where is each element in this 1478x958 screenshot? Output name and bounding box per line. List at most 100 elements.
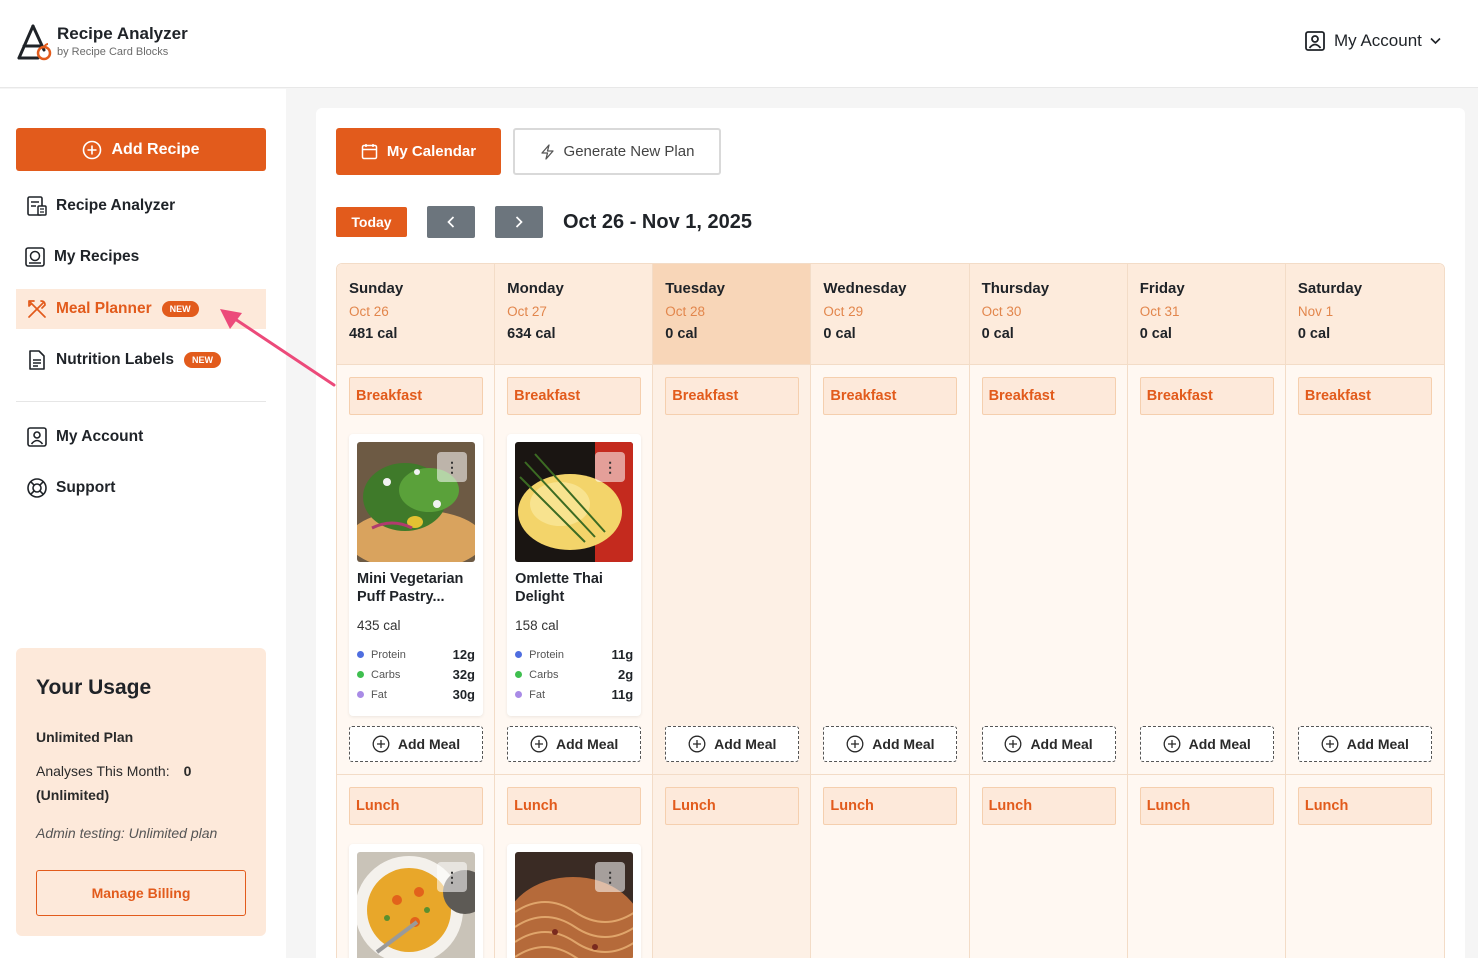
today-button[interactable]: Today [336, 207, 407, 237]
plus-circle-icon [1004, 735, 1022, 753]
meal-title[interactable]: Mini Vegetarian Puff Pastry... [357, 570, 479, 606]
generate-new-plan-button[interactable]: Generate New Plan [513, 128, 721, 175]
recipe-analyzer-logo[interactable] [16, 24, 52, 62]
macro-fat: Fat 11g [515, 687, 633, 702]
meal-title[interactable]: Omlette Thai Delight [515, 570, 637, 606]
new-badge: NEW [161, 301, 199, 317]
day-date: Oct 29 [823, 304, 864, 319]
protein-dot [357, 651, 364, 658]
day-header: Tuesday Oct 28 0 cal [653, 264, 811, 365]
meal-photo: ⋮ [357, 442, 475, 562]
day-name: Saturday [1297, 280, 1363, 297]
day-calories: 481 cal [349, 326, 398, 342]
account-menu[interactable]: My Account [1304, 30, 1441, 52]
day-date: Oct 30 [981, 304, 1022, 319]
add-meal-button[interactable]: Add Meal [981, 726, 1116, 762]
usage-panel: Your Usage Unlimited Plan Analyses This … [16, 648, 266, 936]
sidebar-item-label: Nutrition Labels [56, 351, 174, 368]
next-week-button[interactable] [495, 206, 543, 238]
my-calendar-button[interactable]: My Calendar [336, 128, 501, 175]
meal-card[interactable]: ⋮ [507, 844, 642, 958]
sidebar-item-my-account[interactable]: My Account [16, 417, 266, 457]
usage-analyses-value: 0 [183, 763, 192, 779]
previous-week-button[interactable] [427, 206, 475, 238]
macro-protein: Protein 12g [357, 647, 475, 662]
usage-analyses-row: Analyses This Month: 0 [36, 763, 191, 779]
day-date: Oct 26 [349, 304, 389, 319]
calendar-icon [361, 144, 378, 160]
meal-calories: 158 cal [515, 618, 559, 633]
add-meal-button[interactable]: Add Meal [1297, 726, 1432, 762]
breakfast-slot-label: Breakfast [349, 377, 483, 415]
add-meal-button[interactable]: Add Meal [665, 726, 800, 762]
add-recipe-button[interactable]: Add Recipe [16, 128, 266, 171]
plus-circle-icon [1321, 735, 1339, 753]
usage-admin-note: Admin testing: Unlimited plan [36, 825, 218, 841]
day-header: Wednesday Oct 29 0 cal [811, 264, 969, 365]
macro-value: 32g [452, 667, 475, 682]
add-meal-button[interactable]: Add Meal [1139, 726, 1274, 762]
day-date: Nov 1 [1297, 304, 1334, 319]
meal-row-divider [969, 774, 1127, 775]
day-column-saturday: Saturday Nov 1 0 cal Breakfast Add Meal … [1285, 264, 1444, 958]
macro-value: 11g [611, 687, 634, 702]
generate-new-plan-label: Generate New Plan [563, 143, 695, 160]
add-meal-label: Add Meal [714, 736, 777, 752]
macro-value: 30g [452, 687, 475, 702]
meal-row-divider [1127, 774, 1285, 775]
day-column-thursday: Thursday Oct 30 0 cal Breakfast Add Meal… [969, 264, 1128, 958]
sidebar-item-support[interactable]: Support [16, 468, 266, 508]
lightning-icon [540, 143, 554, 160]
recipe-book-icon [25, 247, 45, 267]
day-calories: 634 cal [507, 326, 556, 342]
meal-card[interactable]: ⋮ Mini Vegetarian Puff Pastry... 435 cal… [349, 434, 483, 716]
plus-circle-icon [1163, 735, 1181, 753]
add-meal-button[interactable]: Add Meal [507, 726, 642, 762]
day-name: Monday [507, 280, 564, 297]
macro-label: Fat [371, 688, 387, 701]
plus-circle-icon [372, 735, 390, 753]
add-meal-label: Add Meal [1346, 736, 1409, 752]
sidebar-item-recipe-analyzer[interactable]: Recipe Analyzer [16, 186, 266, 226]
usage-analyses-note: (Unlimited) [36, 787, 110, 803]
meal-options-button[interactable]: ⋮ [437, 452, 467, 482]
usage-analyses-label: Analyses This Month: [36, 763, 170, 779]
day-date: Oct 31 [1139, 304, 1180, 319]
sidebar-item-label: Support [56, 479, 116, 496]
meal-card[interactable]: ⋮ Omlette Thai Delight 158 cal Protein 11… [507, 434, 642, 716]
annotation-arrow [220, 309, 336, 387]
sidebar-item-label: My Recipes [54, 248, 140, 265]
meal-card[interactable]: ⋮ [349, 844, 483, 958]
add-meal-button[interactable]: Add Meal [823, 726, 958, 762]
add-meal-label: Add Meal [556, 736, 619, 752]
day-column-sunday: Sunday Oct 26 481 cal Breakfast ⋮ Mini V… [337, 264, 496, 958]
day-name: Tuesday [665, 280, 726, 297]
meal-options-button[interactable]: ⋮ [595, 452, 626, 482]
protein-dot [515, 651, 523, 658]
plus-circle-icon [688, 735, 706, 753]
add-meal-label: Add Meal [1188, 736, 1251, 752]
meal-planner-panel: My Calendar Generate New Plan Today Oct … [316, 108, 1465, 958]
day-header: Thursday Oct 30 0 cal [969, 264, 1127, 365]
meal-options-button[interactable]: ⋮ [437, 862, 467, 892]
fat-dot [515, 691, 523, 698]
day-name: Thursday [981, 280, 1050, 297]
meal-options-button[interactable]: ⋮ [595, 862, 626, 892]
usage-plan: Unlimited Plan [36, 729, 134, 745]
manage-billing-button[interactable]: Manage Billing [36, 870, 246, 916]
document-icon [29, 350, 45, 370]
macro-label: Carbs [371, 668, 401, 681]
macro-value: 2g [617, 667, 634, 682]
add-meal-button[interactable]: Add Meal [349, 726, 483, 762]
macro-label: Fat [529, 688, 546, 701]
lifebuoy-icon [27, 478, 47, 498]
lunch-slot-label: Lunch [665, 787, 800, 825]
top-bar: Recipe Analyzer by Recipe Card Blocks My… [0, 0, 1478, 88]
lunch-slot-label: Lunch [1297, 787, 1432, 825]
lunch-slot-label: Lunch [1139, 787, 1274, 825]
sidebar-item-my-recipes[interactable]: My Recipes [16, 237, 266, 277]
account-menu-label: My Account [1334, 31, 1422, 50]
calculator-icon [27, 196, 47, 216]
meal-photo: ⋮ [515, 442, 634, 562]
chevron-down-icon [1430, 37, 1441, 45]
